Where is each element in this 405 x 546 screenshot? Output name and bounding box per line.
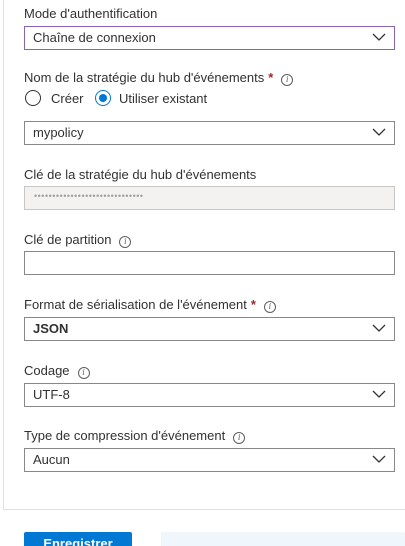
required-asterisk: * <box>268 70 274 85</box>
policy-name-label: Nom de la stratégie du hub d'événements *… <box>24 70 294 86</box>
partition-key-label-text: Clé de partition <box>24 232 112 247</box>
serialization-dropdown[interactable]: JSON <box>24 317 395 341</box>
encoding-value: UTF-8 <box>33 387 70 402</box>
chevron-down-icon <box>372 128 386 136</box>
partition-key-label: Clé de partition i <box>24 232 132 248</box>
partition-key-input[interactable] <box>24 251 395 275</box>
radio-create-label[interactable]: Créer <box>51 91 84 107</box>
radio-use-existing-label[interactable]: Utiliser existant <box>119 91 207 107</box>
radio-create[interactable] <box>25 90 41 106</box>
chevron-down-icon <box>372 324 386 332</box>
serialization-label: Format de sérialisation de l'événement * i <box>24 297 276 313</box>
auth-mode-dropdown[interactable]: Chaîne de connexion <box>24 26 395 50</box>
info-icon[interactable]: i <box>281 74 294 86</box>
auth-mode-label: Mode d'authentification <box>24 6 157 22</box>
policy-key-masked-value: •••••••••••••••••••••••••••••• <box>34 191 144 201</box>
encoding-label-text: Codage <box>24 363 70 378</box>
chevron-down-icon <box>372 390 386 398</box>
info-icon[interactable]: i <box>119 236 132 248</box>
info-icon[interactable]: i <box>77 367 90 379</box>
policy-name-dropdown[interactable]: mypolicy <box>24 121 395 145</box>
encoding-dropdown[interactable]: UTF-8 <box>24 383 395 407</box>
policy-key-label: Clé de la stratégie du hub d'événements <box>24 167 256 183</box>
policy-name-value: mypolicy <box>33 125 84 140</box>
compression-label-text: Type de compression d'événement <box>24 428 226 443</box>
secondary-button[interactable] <box>161 532 405 546</box>
chevron-down-icon <box>372 455 386 463</box>
info-icon[interactable]: i <box>263 301 276 313</box>
radio-use-existing[interactable] <box>95 90 111 106</box>
auth-mode-label-text: Mode d'authentification <box>24 6 158 21</box>
serialization-value: JSON <box>33 321 69 336</box>
compression-value: Aucun <box>33 452 70 467</box>
save-button[interactable]: Enregistrer <box>24 532 132 546</box>
serialization-label-text: Format de sérialisation de l'événement <box>24 297 247 312</box>
chevron-down-icon <box>372 33 386 41</box>
compression-dropdown[interactable]: Aucun <box>24 448 395 472</box>
footer-divider <box>3 509 405 510</box>
encoding-label: Codage i <box>24 363 90 379</box>
policy-key-label-text: Clé de la stratégie du hub d'événements <box>24 167 257 182</box>
event-hub-output-form: Mode d'authentification Chaîne de connex… <box>0 0 405 546</box>
info-icon[interactable]: i <box>233 432 246 444</box>
compression-label: Type de compression d'événement i <box>24 428 246 444</box>
required-asterisk: * <box>250 297 256 312</box>
auth-mode-value: Chaîne de connexion <box>33 30 156 45</box>
policy-key-field: •••••••••••••••••••••••••••••• <box>24 186 395 210</box>
policy-name-label-text: Nom de la stratégie du hub d'événements <box>24 70 265 85</box>
